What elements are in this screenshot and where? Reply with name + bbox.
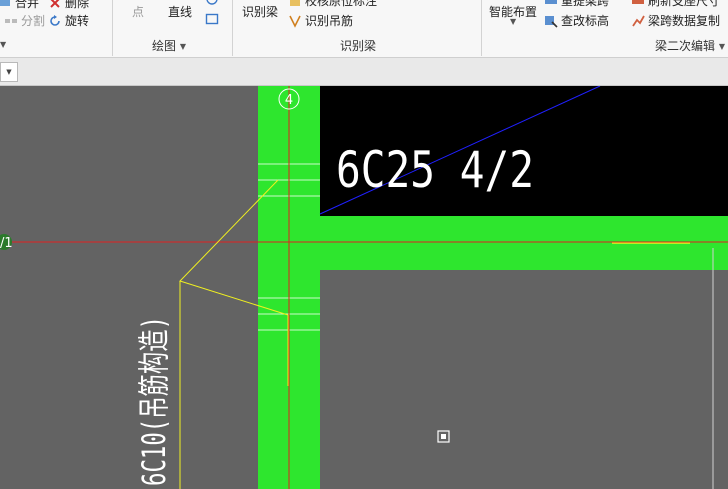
delete-button[interactable]: 删除	[48, 0, 89, 11]
span-icon	[544, 0, 558, 8]
rectangle-icon	[205, 12, 219, 26]
chevron-down-icon: ▼	[179, 42, 186, 51]
layer-dropdown[interactable]: ▼	[0, 62, 18, 82]
split-icon	[4, 14, 18, 28]
beam-edit-group-label[interactable]: 梁二次编辑 ▼	[655, 37, 725, 54]
rotate-button[interactable]: 旋转	[48, 12, 89, 29]
check-icon	[288, 0, 302, 8]
chevron-down-icon: ▼	[510, 17, 517, 26]
rectangle-button[interactable]	[205, 12, 219, 26]
span-data-copy-button[interactable]: 梁跨数据复制	[631, 12, 720, 29]
point-button[interactable]: 点	[132, 3, 144, 20]
copy-icon	[631, 14, 645, 28]
stirrup-annotation[interactable]: 6C10(吊筋构造)	[135, 316, 173, 486]
identify-hanger-button[interactable]: 识别吊筋	[288, 12, 353, 29]
arc-button[interactable]	[205, 0, 219, 8]
ribbon: 合并 删除 分割 旋转 ▼ 点 直线 绘图 ▼ 识别梁 校核原位标注 识别吊筋 …	[0, 0, 728, 58]
toolbar-strip: ▼	[0, 58, 728, 86]
chevron-down-icon: ▼	[718, 42, 725, 51]
merge-icon	[0, 0, 12, 10]
refresh-support-button[interactable]: 刷新支座尺寸	[631, 0, 720, 9]
hanger-icon	[288, 14, 302, 28]
ribbon-separator	[232, 0, 233, 56]
modify-elevation-button[interactable]: 查改标高	[544, 12, 609, 29]
drawing-canvas[interactable]: 4 /1 6C25 4/2 6C10(吊筋构造)	[0, 86, 728, 489]
rotate-icon	[48, 14, 62, 28]
rebar-annotation[interactable]: 6C25 4/2	[336, 141, 534, 199]
reextract-span-button[interactable]: 重提梁跨	[544, 0, 609, 9]
merge-button[interactable]: 合并	[0, 0, 39, 11]
arc-icon	[205, 0, 219, 8]
elevation-icon	[544, 14, 558, 28]
ribbon-separator	[112, 0, 113, 56]
line-button[interactable]: 直线	[168, 3, 192, 20]
identify-beam-group-label: 识别梁	[340, 39, 377, 53]
chevron-down-icon: ▼	[6, 68, 12, 76]
modify-group-caret[interactable]: ▼	[0, 37, 6, 51]
draw-group-label[interactable]: 绘图 ▼	[152, 37, 186, 54]
cad-drawing[interactable]: 4 /1 6C25 4/2 6C10(吊筋构造)	[0, 86, 728, 489]
snap-marker-center	[441, 434, 446, 439]
check-annotation-button[interactable]: 校核原位标注	[288, 0, 377, 9]
smart-layout-dropdown[interactable]: ▼	[510, 17, 517, 27]
refresh-icon	[631, 0, 645, 8]
delete-icon	[48, 0, 62, 10]
split-button[interactable]: 分割	[4, 12, 45, 29]
left-axis-label: /1	[0, 236, 13, 251]
identify-beam-button[interactable]: 识别梁	[242, 3, 278, 20]
axis-label: 4	[285, 93, 293, 108]
ribbon-separator	[481, 0, 482, 56]
